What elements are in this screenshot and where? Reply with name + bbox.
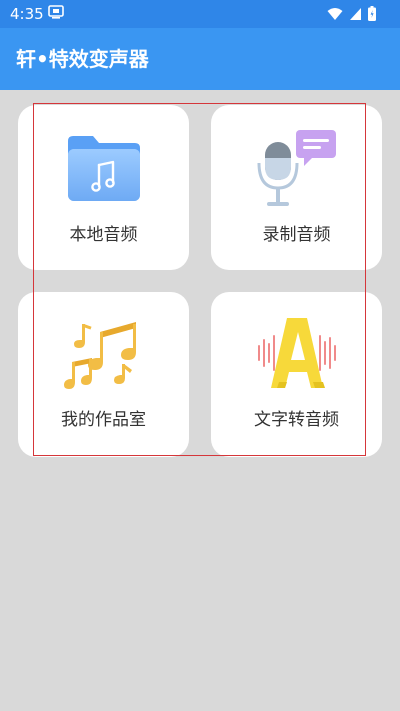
status-icons	[327, 6, 376, 21]
music-notes-icon	[64, 322, 136, 389]
record-audio-label: 录制音频	[262, 225, 331, 245]
local-audio-label: 本地音频	[69, 225, 138, 245]
battery-icon	[368, 6, 376, 21]
status-time: 4:35	[10, 5, 44, 23]
letter-a-soundwave-icon	[258, 318, 336, 388]
notification-icon	[48, 5, 64, 19]
status-bar: 4:35	[0, 0, 400, 28]
wifi-icon	[327, 7, 343, 20]
microphone-chat-icon	[257, 130, 336, 206]
text-to-audio-card[interactable]: 文字转音频	[211, 292, 382, 457]
my-works-card[interactable]: 我的作品室	[18, 292, 189, 457]
record-audio-card[interactable]: 录制音频	[211, 105, 382, 270]
app-title: 轩•特效变声器	[16, 47, 149, 71]
signal-icon	[350, 7, 361, 20]
text-to-audio-label: 文字转音频	[254, 410, 339, 430]
app-bar: 轩•特效变声器	[0, 28, 400, 90]
local-audio-card[interactable]: 本地音频	[18, 105, 189, 270]
folder-music-icon	[68, 136, 140, 201]
my-works-label: 我的作品室	[61, 410, 146, 430]
